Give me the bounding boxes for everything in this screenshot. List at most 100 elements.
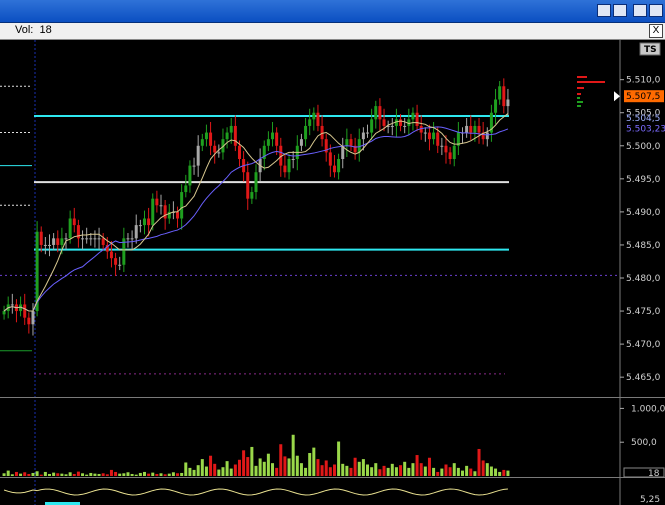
candle-body <box>237 145 241 159</box>
candle-body <box>60 238 64 245</box>
volume-bar <box>266 453 270 476</box>
candle-body <box>184 185 188 193</box>
volume-bar <box>204 466 208 476</box>
candle-body <box>159 205 163 207</box>
volume-bar <box>353 457 357 476</box>
candle-body <box>31 311 35 325</box>
y-tick-label: 5.465,0 <box>626 373 661 383</box>
volume-bar <box>498 471 502 476</box>
depth-bar <box>577 81 605 83</box>
volume-bar <box>138 472 142 476</box>
candle-body <box>427 132 431 140</box>
volume-bar <box>427 457 431 476</box>
candle-body <box>134 225 138 239</box>
volume-bar <box>14 471 18 476</box>
volume-bar <box>76 471 80 476</box>
volume-bar <box>378 469 382 476</box>
volume-bar <box>93 473 97 476</box>
depth-bar <box>577 76 587 78</box>
volume-bar <box>403 461 407 476</box>
candle-body <box>68 218 72 239</box>
candle-body <box>485 132 489 140</box>
volume-bar <box>246 457 250 476</box>
depth-bar <box>577 105 581 107</box>
volume-bar <box>31 472 35 476</box>
candle-body <box>225 132 229 140</box>
candle-body <box>287 159 291 173</box>
y-tick-label: 5.485,0 <box>626 241 661 251</box>
volume-bar <box>374 463 378 476</box>
candle-body <box>39 231 43 245</box>
price-label: 5.507,5 <box>626 92 660 102</box>
candle-body <box>118 264 122 266</box>
volume-bar <box>465 465 469 476</box>
volume-bar <box>283 456 287 476</box>
candle-body <box>465 125 469 133</box>
volume-bar <box>163 474 167 476</box>
volume-bar <box>320 465 324 476</box>
oscillator-last-value: 5,25 <box>640 495 660 505</box>
candle-body <box>126 238 130 240</box>
candle-body <box>196 145 200 166</box>
candle-body <box>142 218 146 226</box>
volume-bar <box>432 467 436 476</box>
volume-bar <box>295 455 299 476</box>
candle-body <box>403 125 407 127</box>
volume-bar <box>332 464 336 476</box>
candle-body <box>357 139 361 153</box>
volume-bar <box>444 464 448 476</box>
volume-bar <box>81 473 85 476</box>
candle-body <box>81 238 85 240</box>
chart-area: 5.510,05.505,05.500,05.495,05.490,05.485… <box>0 40 665 505</box>
candle-body <box>411 112 415 120</box>
volume-bar <box>72 473 76 476</box>
volume-bar <box>502 469 506 476</box>
volume-bar <box>221 467 225 476</box>
volume-bar <box>130 473 134 476</box>
volume-bar <box>485 463 489 476</box>
candle-body <box>72 218 76 226</box>
volume-bar <box>60 473 64 476</box>
candle-body <box>10 304 14 306</box>
candle-body <box>444 145 448 153</box>
volume-bar <box>39 474 43 476</box>
volume-bar <box>337 441 341 476</box>
volume-bar <box>271 463 275 476</box>
candle-body <box>56 238 60 245</box>
volume-bar <box>229 468 233 476</box>
candle-body <box>415 112 419 126</box>
volume-bar <box>64 474 68 476</box>
candle-body <box>217 152 221 154</box>
candle-body <box>332 165 336 173</box>
candle-body <box>469 125 473 133</box>
volume-bar <box>506 470 510 476</box>
candle-body <box>436 132 440 146</box>
volume-bar <box>89 472 93 476</box>
volume-bar <box>308 453 312 476</box>
volume-bar <box>23 472 27 476</box>
candle-body <box>163 205 167 219</box>
volume-bar <box>134 474 138 476</box>
volume-bar <box>180 472 184 476</box>
volume-bar <box>287 458 291 476</box>
candle-body <box>370 119 374 133</box>
depth-bar <box>577 97 580 99</box>
volume-bar <box>27 473 31 476</box>
candle-body <box>200 139 204 146</box>
volume-bar <box>399 465 403 476</box>
volume-bar <box>423 466 427 476</box>
volume-bar <box>291 434 295 476</box>
candle-body <box>378 106 382 120</box>
volume-bar <box>147 473 151 476</box>
candle-body <box>390 125 394 127</box>
candle-body <box>291 159 295 160</box>
y-tick-label: 5.495,0 <box>626 175 661 185</box>
volume-bar <box>299 463 303 476</box>
volume-bar <box>452 463 456 476</box>
volume-bar <box>237 459 241 476</box>
candle-body <box>52 238 56 245</box>
volume-bar <box>436 471 440 476</box>
volume-bar <box>118 473 122 476</box>
volume-bar <box>2 473 6 476</box>
volume-bar <box>126 472 130 476</box>
